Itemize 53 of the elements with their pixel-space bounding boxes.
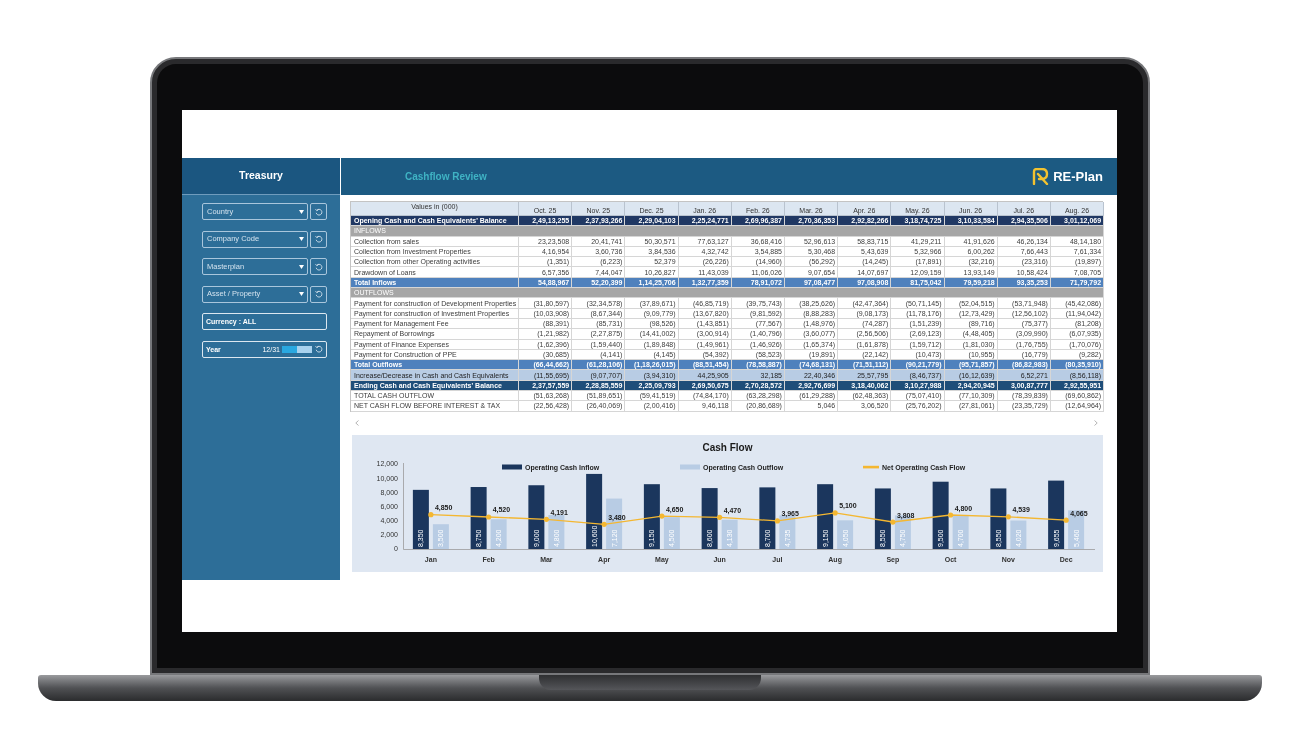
- sidebar-title: Treasury: [239, 168, 283, 184]
- line-marker-icon: [948, 512, 954, 518]
- outflow-bar: [1010, 520, 1027, 549]
- logo-text: RE-Plan: [1053, 167, 1103, 186]
- logo-icon: [1032, 168, 1050, 185]
- refresh-button[interactable]: [310, 230, 327, 248]
- refresh-button[interactable]: [310, 258, 327, 275]
- line-marker-icon: [1063, 517, 1069, 523]
- line-marker-icon: [890, 519, 896, 525]
- inflow-bar: [874, 488, 891, 549]
- year-slider-track[interactable]: [282, 345, 312, 353]
- caret-icon: [299, 292, 304, 296]
- caret-icon: [299, 237, 304, 241]
- scroll-left-icon[interactable]: [355, 420, 359, 427]
- inflow-bar: [470, 486, 487, 549]
- line-marker-icon: [774, 517, 780, 524]
- caret-icon: [299, 209, 304, 214]
- line-marker-icon: [601, 521, 607, 527]
- inflow-bar: [1048, 480, 1065, 549]
- refresh-icon: [315, 345, 323, 353]
- refresh-icon: [314, 235, 323, 243]
- refresh-button[interactable]: [310, 285, 327, 303]
- refresh-icon: [314, 262, 323, 271]
- chart-title: Cash Flow: [702, 441, 753, 453]
- refresh-button[interactable]: [310, 203, 327, 220]
- caret-icon: [299, 264, 304, 269]
- outflow-bar: [779, 515, 796, 549]
- line-marker-icon: [543, 516, 549, 522]
- line-marker-icon: [717, 514, 723, 520]
- inflow-bar: [412, 489, 429, 549]
- outflow-bar: [721, 519, 738, 549]
- outflow-bar: [432, 523, 449, 549]
- outflow-bar: [837, 519, 854, 549]
- inflow-bar: [528, 484, 545, 549]
- refresh-icon: [314, 207, 323, 216]
- line-marker-icon: [1005, 513, 1011, 520]
- inflow-bar: [932, 481, 949, 549]
- page-title: Cashflow Review: [405, 170, 487, 184]
- inflow-bar: [701, 487, 718, 549]
- refresh-icon: [314, 290, 323, 298]
- outflow-bar: [490, 518, 507, 549]
- outflow-bar: [952, 515, 969, 549]
- outflow-bar: [548, 514, 565, 549]
- line-marker-icon: [659, 513, 665, 519]
- inflow-bar: [817, 483, 834, 549]
- line-marker-icon: [428, 511, 434, 517]
- line-marker-icon: [832, 509, 838, 516]
- inflow-bar: [759, 487, 776, 549]
- line-marker-icon: [486, 514, 492, 520]
- scroll-right-icon[interactable]: [1094, 420, 1098, 427]
- outflow-bar: [663, 516, 680, 549]
- inflow-bar: [990, 488, 1007, 549]
- inflow-bar: [643, 483, 660, 549]
